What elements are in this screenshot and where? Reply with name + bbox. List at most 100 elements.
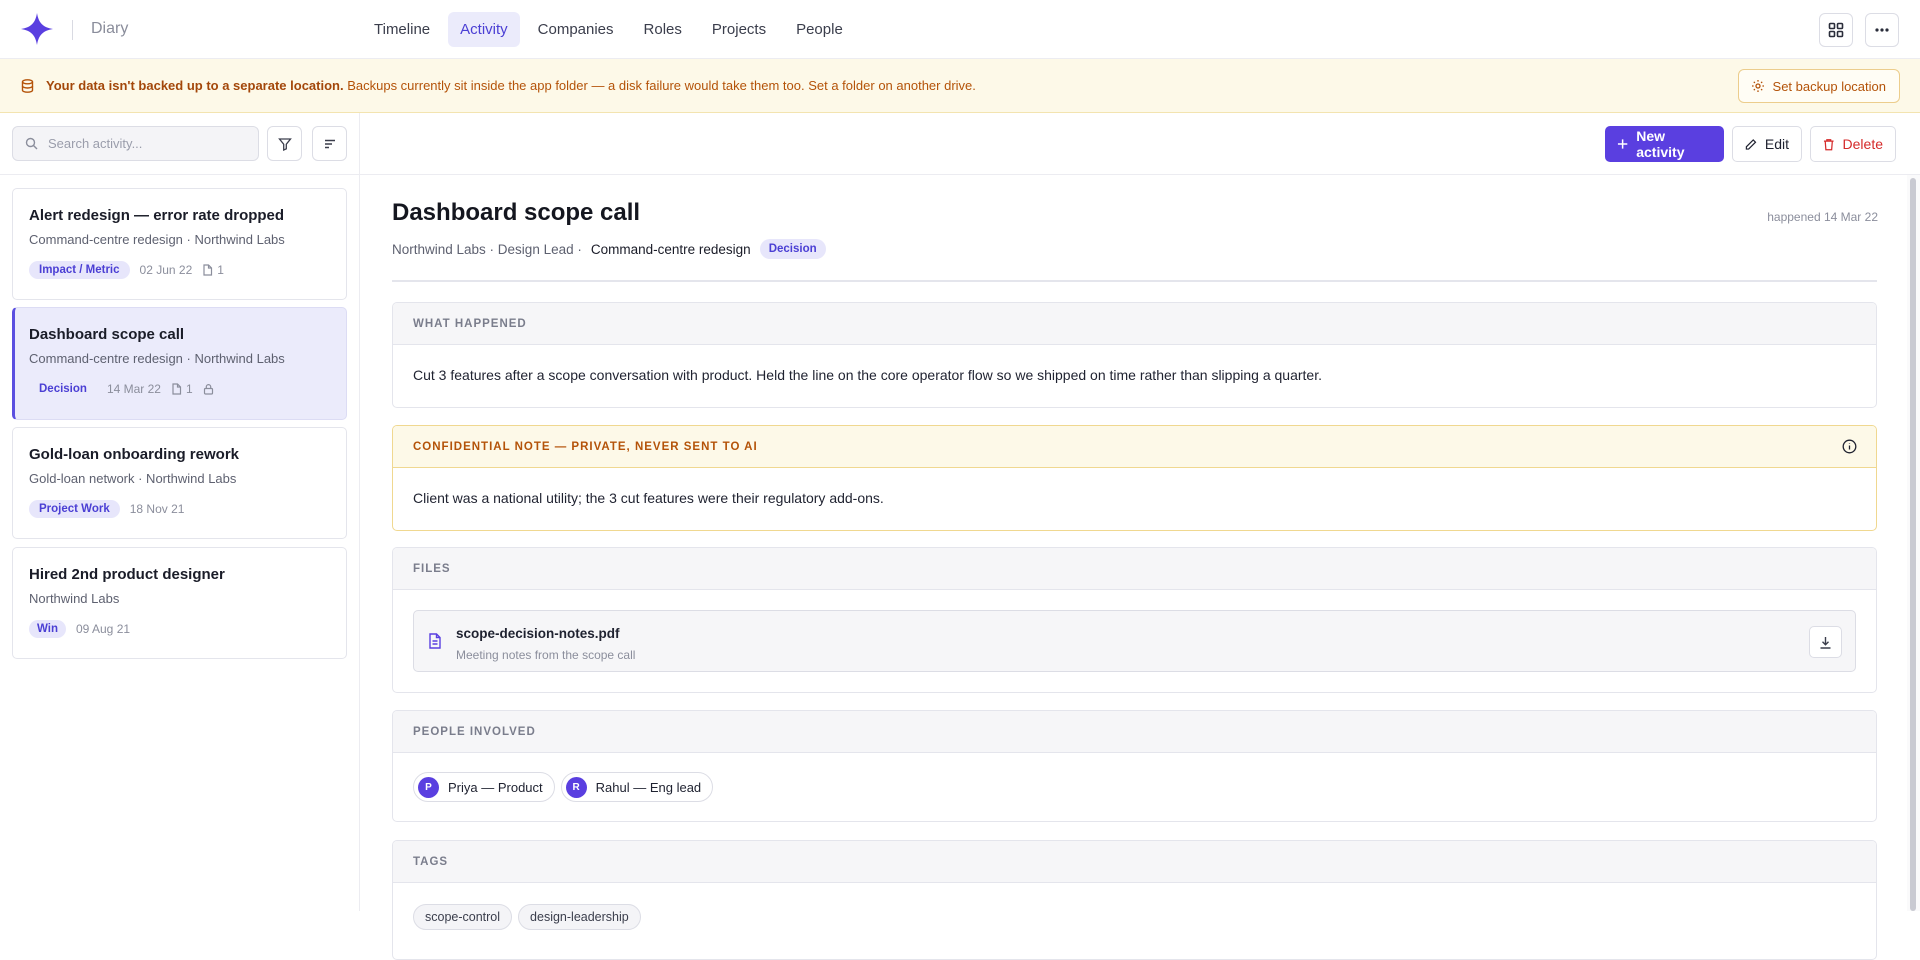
tags-section: TAGS scope-control design-leadership bbox=[392, 840, 1877, 960]
edit-button[interactable]: Edit bbox=[1732, 126, 1802, 162]
divider bbox=[72, 20, 73, 40]
file-description: Meeting notes from the scope call bbox=[456, 648, 636, 662]
plus-icon bbox=[1617, 139, 1628, 149]
tag-chip[interactable]: design-leadership bbox=[518, 904, 641, 930]
file-attachment[interactable]: scope-decision-notes.pdf Meeting notes f… bbox=[413, 610, 1856, 672]
layout-grid-icon bbox=[1828, 22, 1844, 38]
section-header: WHAT HAPPENED bbox=[393, 303, 1876, 345]
project-name[interactable]: Command-centre redesign bbox=[591, 242, 751, 257]
scrollbar-thumb[interactable] bbox=[1910, 178, 1916, 911]
activity-card-title: Dashboard scope call bbox=[29, 326, 185, 343]
backup-warning-banner: Your data isn't backed up to a separate … bbox=[0, 59, 1920, 113]
person-name: Priya — Product bbox=[448, 779, 543, 795]
avatar: R bbox=[565, 776, 587, 798]
people-body: P Priya — Product R Rahul — Eng lead bbox=[393, 753, 1876, 802]
activity-sidebar: Alert redesign — error rate dropped Comm… bbox=[0, 113, 360, 911]
file-count-value: 1 bbox=[217, 263, 224, 277]
activity-card-title: Hired 2nd product designer bbox=[29, 566, 225, 583]
activity-card-subtitle: Gold-loan network · Northwind Labs bbox=[29, 471, 237, 486]
activity-title: Dashboard scope call bbox=[392, 199, 641, 226]
activity-card-meta: Impact / Metric 02 Jun 22 1 bbox=[29, 261, 224, 279]
sparkle-logo-icon[interactable] bbox=[20, 12, 54, 46]
file-count: 1 bbox=[202, 263, 224, 277]
people-section: PEOPLE INVOLVED P Priya — Product R Rahu… bbox=[392, 710, 1877, 822]
activity-type-badge: Win bbox=[29, 620, 66, 638]
more-horizontal-icon bbox=[1875, 28, 1889, 32]
avatar: P bbox=[418, 776, 439, 798]
search-icon bbox=[25, 137, 38, 150]
tag-chip[interactable]: scope-control bbox=[413, 904, 513, 930]
happened-date: happened 14 Mar 22 bbox=[1767, 210, 1878, 224]
file-count: 1 bbox=[171, 382, 193, 396]
activity-type-badge: Project Work bbox=[29, 500, 120, 518]
pencil-icon bbox=[1745, 138, 1757, 150]
section-header: CONFIDENTIAL NOTE — PRIVATE, NEVER SENT … bbox=[393, 426, 1876, 468]
activity-card-title: Alert redesign — error rate dropped bbox=[29, 207, 285, 224]
activity-card-selected[interactable]: Dashboard scope call Command-centre rede… bbox=[12, 307, 347, 420]
set-backup-location-button[interactable]: Set backup location bbox=[1737, 69, 1900, 103]
confidential-label: CONFIDENTIAL NOTE — PRIVATE, NEVER SENT … bbox=[413, 440, 758, 453]
sort-icon bbox=[324, 139, 335, 148]
database-icon bbox=[21, 79, 34, 93]
banner-message-bold: Your data isn't backed up to a separate … bbox=[46, 78, 344, 93]
tab-roles[interactable]: Roles bbox=[632, 12, 694, 47]
tab-timeline[interactable]: Timeline bbox=[362, 12, 442, 47]
banner-message-text: Backups currently sit inside the app fol… bbox=[343, 78, 976, 93]
activity-card-subtitle: Command-centre redesign · Northwind Labs bbox=[29, 351, 285, 366]
search-input[interactable] bbox=[48, 136, 238, 151]
download-button[interactable] bbox=[1809, 626, 1842, 658]
file-icon bbox=[203, 264, 213, 276]
activity-card[interactable]: Gold-loan onboarding rework Gold-loan ne… bbox=[12, 427, 347, 539]
activity-card-subtitle: Command-centre redesign · Northwind Labs bbox=[29, 232, 285, 247]
activity-card-title: Gold-loan onboarding rework bbox=[29, 446, 239, 463]
section-header: TAGS bbox=[393, 841, 1876, 883]
detail-toolbar: New activity Edit Delete bbox=[360, 113, 1920, 175]
more-menu-button[interactable] bbox=[1865, 13, 1899, 47]
tab-activity[interactable]: Activity bbox=[448, 12, 520, 47]
files-section: FILES scope-decision-notes.pdf Meeting n… bbox=[392, 547, 1877, 693]
tags-body: scope-control design-leadership bbox=[393, 883, 1876, 930]
activity-card-subtitle: Northwind Labs bbox=[29, 591, 120, 606]
confidential-note-section: CONFIDENTIAL NOTE — PRIVATE, NEVER SENT … bbox=[392, 425, 1877, 531]
activity-type-badge: Impact / Metric bbox=[29, 261, 130, 279]
set-backup-location-label: Set backup location bbox=[1772, 78, 1886, 94]
activity-card[interactable]: Hired 2nd product designer Northwind Lab… bbox=[12, 547, 347, 659]
activity-meta: Northwind Labs · Design Lead · Command-c… bbox=[392, 239, 826, 259]
sort-button[interactable] bbox=[312, 126, 347, 161]
layout-toggle-button[interactable] bbox=[1819, 13, 1853, 47]
person-chip[interactable]: R Rahul — Eng lead bbox=[560, 772, 714, 802]
section-header: PEOPLE INVOLVED bbox=[393, 711, 1876, 753]
activity-card-meta: Project Work 18 Nov 21 bbox=[29, 500, 184, 518]
section-header: FILES bbox=[393, 548, 1876, 590]
new-activity-button[interactable]: New activity bbox=[1605, 126, 1724, 162]
trash-icon bbox=[1823, 138, 1834, 150]
file-icon bbox=[172, 383, 182, 395]
activity-date: 18 Nov 21 bbox=[129, 502, 185, 516]
search-box[interactable] bbox=[12, 126, 259, 161]
top-bar: Diary Timeline Activity Companies Roles … bbox=[0, 0, 1920, 59]
lock-icon bbox=[203, 384, 213, 395]
gear-icon bbox=[1751, 80, 1764, 92]
person-chip[interactable]: P Priya — Product bbox=[413, 772, 555, 802]
filter-button[interactable] bbox=[267, 126, 302, 161]
delete-label: Delete bbox=[1842, 136, 1883, 152]
company-role: Northwind Labs · Design Lead · bbox=[392, 241, 582, 257]
what-happened-text: Cut 3 features after a scope conversatio… bbox=[413, 367, 1322, 383]
download-icon bbox=[1820, 636, 1831, 649]
banner-message: Your data isn't backed up to a separate … bbox=[46, 78, 976, 93]
activity-card-meta: Decision 14 Mar 22 1 bbox=[29, 380, 214, 398]
activity-date: 14 Mar 22 bbox=[106, 382, 161, 396]
files-body: scope-decision-notes.pdf Meeting notes f… bbox=[393, 610, 1876, 672]
file-count-value: 1 bbox=[185, 382, 193, 396]
delete-button[interactable]: Delete bbox=[1810, 126, 1896, 162]
activity-type-badge: Decision bbox=[39, 383, 87, 395]
tab-companies[interactable]: Companies bbox=[526, 12, 626, 47]
activity-card[interactable]: Alert redesign — error rate dropped Comm… bbox=[12, 188, 347, 300]
what-happened-section: WHAT HAPPENED Cut 3 features after a sco… bbox=[392, 302, 1877, 408]
header-divider bbox=[392, 280, 1877, 282]
tab-projects[interactable]: Projects bbox=[700, 12, 778, 47]
activity-date: 02 Jun 22 bbox=[139, 263, 193, 277]
sidebar-divider bbox=[0, 174, 359, 175]
info-icon[interactable] bbox=[1842, 439, 1857, 454]
tab-people[interactable]: People bbox=[784, 12, 855, 47]
